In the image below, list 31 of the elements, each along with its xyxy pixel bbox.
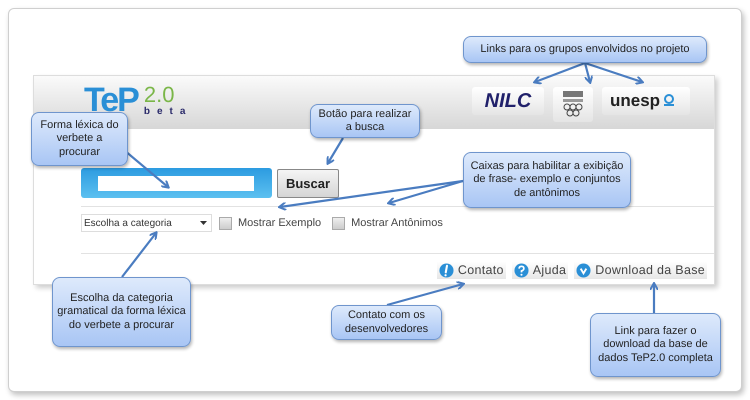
emblem-logo-link[interactable] [553,87,593,122]
callout-arrow [326,137,344,165]
footer-link[interactable]: Contato [436,261,506,279]
callout-note: Caixas para habilitar a exibição de frase- exemplo e conjuntos de antônimos [463,152,631,208]
checkbox-label: Mostrar Exemplo [238,217,322,229]
callout-note: Link para fazer o download da base de dados TeP2.0 completa [590,313,721,377]
callout-note: Contato com os desenvolvedores [331,305,442,340]
search-field[interactable] [81,168,272,198]
callout-note: Escolha da categoria gramatical da forma léxica do verbete a procurar [52,277,191,347]
checkbox-label: Mostrar Antônimos [351,217,443,229]
partner-logo-link[interactable]: NILC [472,87,544,115]
category-dropdown[interactable]: Escolha a categoria [81,214,212,232]
checkbox[interactable] [332,216,346,230]
checkbox[interactable] [219,216,232,230]
callout-note: Links para os grupos envolvidos no projeto [463,36,707,63]
logo-version: 2.0 [144,84,174,106]
footer-link[interactable]: Download da Base [574,261,707,279]
callout-arrow [649,282,659,313]
caret-icon [200,221,207,225]
partner-logo-link[interactable]: unesp [602,87,690,115]
emblem-logo-icon [562,90,584,120]
callout-arrow [121,231,158,278]
footer-link[interactable]: Ajuda [512,261,568,279]
callout-note: Botão para realizar a busca [310,104,420,138]
exclamation-icon [438,262,454,278]
globe-mark-icon [662,94,676,108]
logo-tag: beta [144,106,192,118]
search-button[interactable]: Buscar [277,168,339,198]
callout-note: Forma léxica do verbete a procurar [31,112,128,166]
download-icon [576,262,592,278]
help-icon [514,262,529,278]
